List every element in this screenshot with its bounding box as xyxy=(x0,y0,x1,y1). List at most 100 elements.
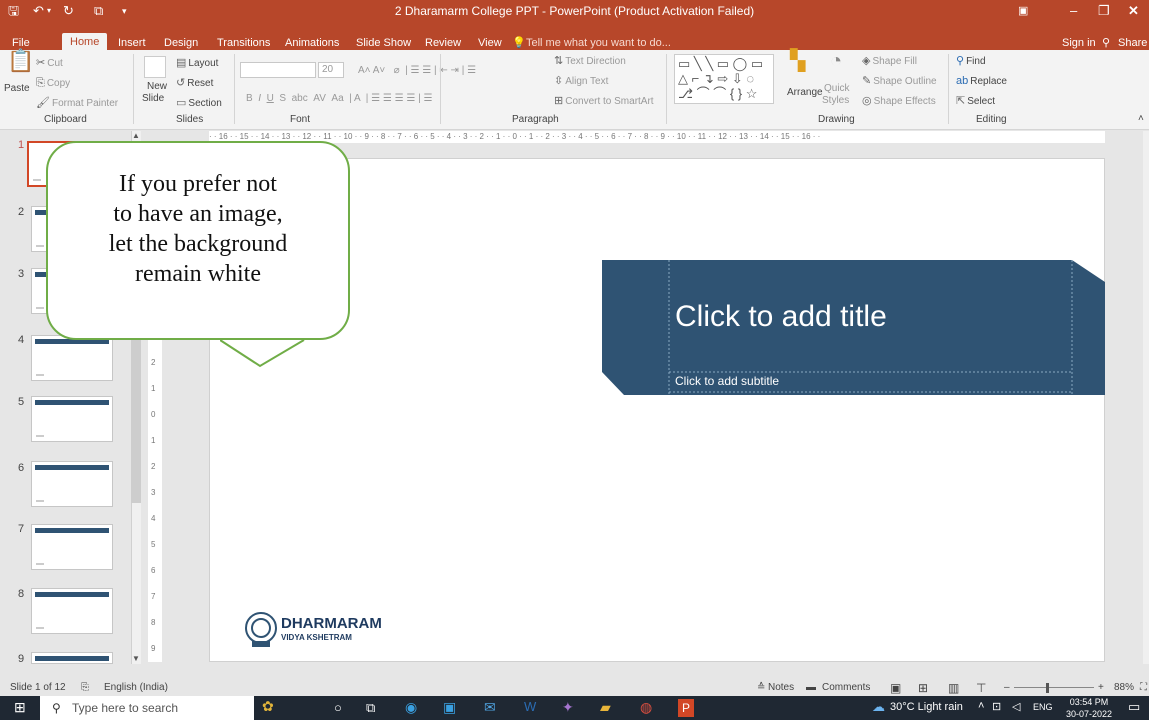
reset-button[interactable]: ↺ Reset xyxy=(176,76,213,91)
volume-icon[interactable]: ◁ xyxy=(1012,700,1020,713)
copy-button[interactable]: ⎘ Copy xyxy=(36,76,70,91)
ruler-label: 4 xyxy=(151,514,156,523)
share-icon[interactable]: ⚲ xyxy=(1102,37,1110,50)
slide-thumbnail[interactable] xyxy=(31,588,113,634)
font-size-field[interactable]: 20 xyxy=(318,62,344,78)
shape-fill-button[interactable]: ◈ Shape Fill xyxy=(862,54,917,69)
network-icon[interactable]: ⊡ xyxy=(992,700,1001,713)
slide-sorter-icon[interactable]: ⊞ xyxy=(918,680,928,696)
task-view-icon[interactable]: ⧉ xyxy=(366,700,375,716)
zoom-in-icon[interactable]: + xyxy=(1098,680,1104,696)
font-format-icons[interactable]: B I U S abc AV Aa | A | ☰ ☰ ☰ ☰ | ☰ xyxy=(246,92,432,106)
reading-view-icon[interactable]: ▥ xyxy=(948,680,959,696)
word-icon[interactable]: W xyxy=(524,699,536,714)
quick-styles-button-2[interactable]: Styles xyxy=(822,94,849,108)
convert-smartart-button[interactable]: ⊞ Convert to SmartArt xyxy=(554,94,654,109)
subtitle-placeholder[interactable]: Click to add subtitle xyxy=(675,374,779,388)
ribbon-display-icon[interactable]: ▣ xyxy=(1018,2,1028,20)
paste-icon[interactable]: 📋 xyxy=(7,50,34,72)
edge-icon[interactable]: ◉ xyxy=(405,699,417,716)
tab-animations[interactable]: Animations xyxy=(285,37,339,50)
paste-button[interactable]: Paste xyxy=(4,82,30,96)
tab-transitions[interactable]: Transitions xyxy=(217,37,270,50)
normal-view-icon[interactable]: ▣ xyxy=(890,680,901,696)
powerpoint-icon[interactable]: P xyxy=(678,699,695,717)
ribbon-tabs: File Home Insert Design Transitions Anim… xyxy=(0,22,1149,50)
divider xyxy=(948,54,949,124)
notification-icon[interactable]: ▭ xyxy=(1128,699,1140,715)
mail-icon[interactable]: ✉ xyxy=(484,699,496,716)
tab-review[interactable]: Review xyxy=(425,37,461,50)
tab-view[interactable]: View xyxy=(478,37,502,50)
tab-slide-show[interactable]: Slide Show xyxy=(356,37,411,50)
tab-design[interactable]: Design xyxy=(164,37,198,50)
cortana-icon[interactable]: ○ xyxy=(334,700,342,715)
arrange-icon[interactable]: ▚ xyxy=(790,51,805,71)
new-slide-button-2[interactable]: Slide xyxy=(142,92,164,106)
news-widget-icon[interactable]: ✿ xyxy=(262,698,274,715)
collapse-ribbon-icon[interactable]: ˄ xyxy=(1138,112,1144,126)
quick-styles-icon[interactable]: ◔ xyxy=(830,51,842,71)
comments-icon[interactable]: ▬ xyxy=(806,680,816,696)
find-button[interactable]: ⚲ Find xyxy=(956,54,986,69)
minimize-icon[interactable]: – xyxy=(1070,2,1077,20)
scroll-up-icon[interactable]: ▲ xyxy=(131,131,141,141)
slide-thumbnail[interactable] xyxy=(31,652,113,664)
chevron-up-icon[interactable]: ˄ xyxy=(978,700,984,712)
new-slide-icon[interactable] xyxy=(144,56,166,78)
slide-thumbnail[interactable] xyxy=(31,396,113,442)
weather-text[interactable]: 30°C Light rain xyxy=(890,701,963,713)
comments-button[interactable]: Comments xyxy=(822,680,870,696)
language-indicator[interactable]: ENG xyxy=(1033,702,1053,712)
paint-bucket-icon: ◈ xyxy=(862,55,871,67)
paint-icon[interactable]: ✦ xyxy=(562,699,574,716)
slide-thumbnail[interactable] xyxy=(31,461,113,507)
tab-home[interactable]: Home xyxy=(62,33,108,50)
scroll-down-icon[interactable]: ▼ xyxy=(131,654,141,664)
fit-slide-icon[interactable]: ⛶ xyxy=(1140,680,1147,696)
file-explorer-icon[interactable]: ▰ xyxy=(600,699,611,716)
callout-line: to have an image, xyxy=(113,201,283,227)
chrome-icon[interactable]: ◍ xyxy=(640,699,652,716)
tab-insert[interactable]: Insert xyxy=(118,37,146,50)
format-painter-button[interactable]: 🖌 Format Painter xyxy=(36,96,118,111)
text-direction-button[interactable]: ⇅ Text Direction xyxy=(554,54,626,69)
close-icon[interactable]: ✕ xyxy=(1128,2,1139,20)
arrange-button[interactable]: Arrange xyxy=(787,86,823,100)
clock[interactable]: 03:54 PM 30-07-2022 xyxy=(1066,696,1112,720)
share-button[interactable]: Share xyxy=(1118,37,1147,50)
replace-button[interactable]: ab Replace xyxy=(956,74,1007,89)
shapes-gallery[interactable]: ▭ ╲ ╲ ▭ ◯ ▭ △ ⌐ ↴ ⇨ ⇩ ◌ ⎇ ⌒ ⌒ { } ☆ xyxy=(674,54,774,104)
callout-bubble: If you prefer not to have an image, let … xyxy=(46,141,350,340)
shape-effects-button[interactable]: ◎ Shape Effects xyxy=(862,94,936,109)
layout-icon: ▤ xyxy=(176,57,187,69)
tell-me-box[interactable]: Tell me what you want to do... xyxy=(526,37,671,50)
select-button[interactable]: ⇱ Select xyxy=(956,94,995,109)
zoom-slider-thumb[interactable] xyxy=(1046,683,1049,693)
zoom-out-icon[interactable]: – xyxy=(1004,680,1010,696)
font-grow-icon[interactable]: A˄ A˅ ⌀ | ☰ ☰ | ⇤ ⇥ | ☰ xyxy=(358,64,476,78)
sign-in-link[interactable]: Sign in xyxy=(1062,37,1096,50)
align-text-button[interactable]: ⇳ Align Text xyxy=(554,74,608,89)
section-button[interactable]: ▭ Section xyxy=(176,96,222,111)
align-text-icon: ⇳ xyxy=(554,75,564,87)
slideshow-icon[interactable]: ⊤ xyxy=(976,680,986,696)
slide-thumbnail[interactable] xyxy=(31,524,113,570)
windows-start-icon[interactable]: ⊞ xyxy=(14,699,26,716)
notes-button[interactable]: Notes xyxy=(768,680,794,696)
taskbar-search-box[interactable]: ⚲ Type here to search xyxy=(40,696,254,720)
spellcheck-icon[interactable]: ⎘ xyxy=(81,680,89,696)
editor-scrollbar[interactable] xyxy=(1143,131,1149,664)
zoom-level[interactable]: 88% xyxy=(1114,680,1134,696)
slide-thumbnail[interactable] xyxy=(31,335,113,381)
title-placeholder[interactable]: Click to add title xyxy=(675,300,887,334)
zoom-slider[interactable] xyxy=(1014,687,1094,688)
store-icon[interactable]: ▣ xyxy=(443,699,456,716)
maximize-icon[interactable]: ❐ xyxy=(1098,2,1110,20)
layout-button[interactable]: ▤ Layout xyxy=(176,56,218,71)
font-name-field[interactable] xyxy=(240,62,316,78)
notes-icon[interactable]: ≙ xyxy=(757,680,765,696)
language-status[interactable]: English (India) xyxy=(104,680,168,696)
shape-outline-button[interactable]: ✎ Shape Outline xyxy=(862,74,937,89)
cut-button[interactable]: ✂ Cut xyxy=(36,56,63,71)
